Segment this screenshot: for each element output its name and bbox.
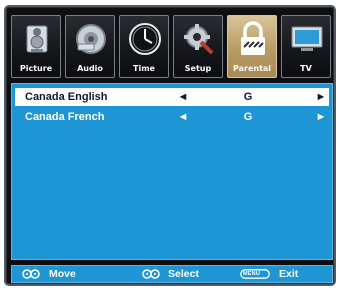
tab-label: Parental — [232, 64, 272, 73]
row-value: G — [243, 91, 253, 103]
select-label: Select — [168, 268, 199, 280]
select-hint: Select — [142, 266, 232, 282]
tab-label: Time — [133, 64, 155, 73]
row-value: G — [243, 111, 253, 123]
tab-label: TV — [300, 64, 312, 73]
tab-setup[interactable]: Setup — [173, 15, 223, 78]
row-canada-english[interactable]: Canada English ◄ G ► — [15, 88, 329, 106]
tab-audio[interactable]: Audio — [65, 15, 115, 78]
lock-icon — [241, 21, 265, 55]
row-canada-french[interactable]: Canada French ◄ G ► — [15, 108, 329, 126]
left-right-icon — [142, 269, 160, 279]
left-arrow-icon[interactable]: ◄ — [177, 88, 189, 106]
tv-icon — [291, 26, 323, 51]
tab-label: Audio — [77, 64, 103, 73]
menu-key-label: MENU — [243, 271, 260, 277]
row-label: Canada French — [25, 111, 105, 123]
hint-bar: Move Select MENU Exit — [11, 265, 333, 283]
tab-bar: Picture Audio Time Setup Parental TV — [11, 15, 333, 79]
up-down-icon — [22, 269, 40, 279]
osd-menu: Picture Audio Time Setup Parental TV Can… — [4, 5, 336, 286]
tab-parental[interactable]: Parental — [227, 15, 277, 78]
move-hint: Move — [22, 266, 92, 282]
exit-hint: MENU Exit — [240, 266, 330, 282]
exit-label: Exit — [279, 268, 299, 280]
clock-icon — [129, 23, 161, 55]
tab-label: Picture — [19, 64, 53, 73]
right-arrow-icon[interactable]: ► — [315, 88, 327, 106]
right-arrow-icon[interactable]: ► — [315, 108, 327, 126]
tab-time[interactable]: Time — [119, 15, 169, 78]
audio-icon — [76, 24, 106, 54]
move-label: Move — [49, 268, 76, 280]
row-label: Canada English — [25, 91, 108, 103]
tab-picture[interactable]: Picture — [11, 15, 61, 78]
tab-label: Setup — [184, 64, 212, 73]
setup-icon — [184, 24, 214, 55]
tab-tv[interactable]: TV — [281, 15, 331, 78]
picture-icon — [26, 25, 48, 53]
parental-content: Canada English ◄ G ► Canada French ◄ G ► — [11, 83, 333, 260]
left-arrow-icon[interactable]: ◄ — [177, 108, 189, 126]
